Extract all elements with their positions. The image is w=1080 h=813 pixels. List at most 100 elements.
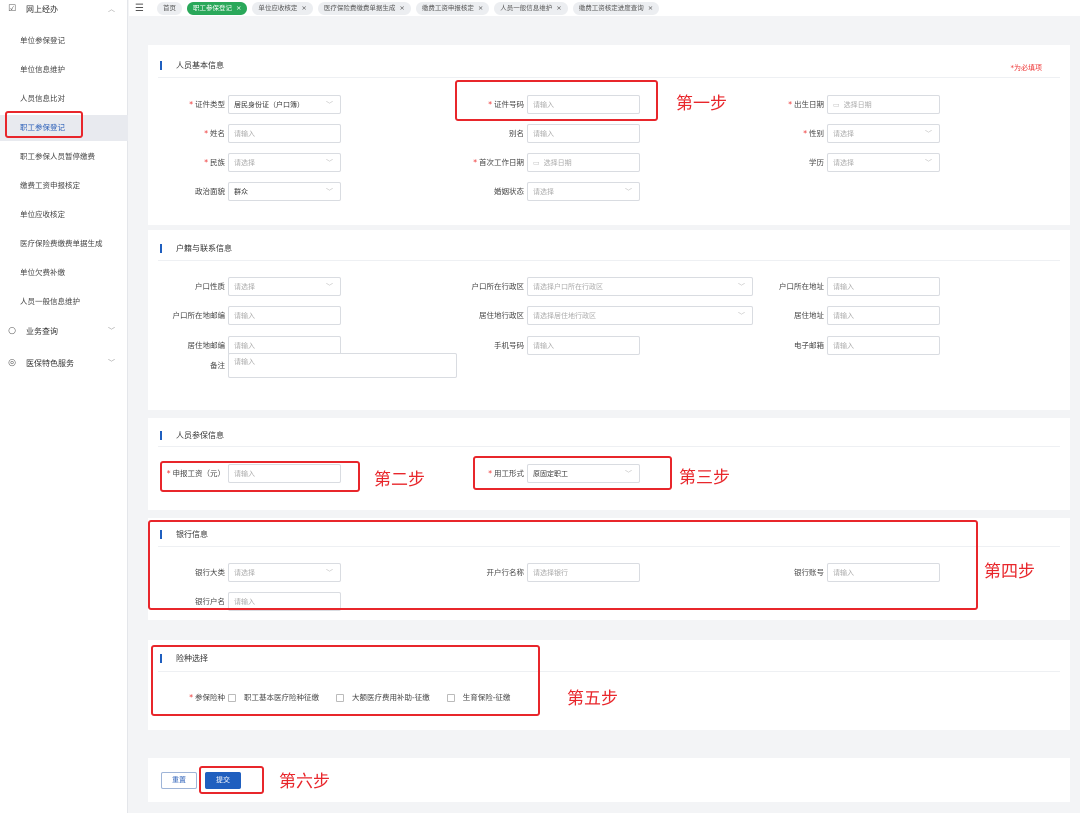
field-label: * 性别 (747, 128, 827, 139)
field-label-text: 户口所在地邮编 (172, 311, 226, 320)
text-input[interactable]: 请输入 (527, 95, 640, 114)
field-placeholder: 选择日期 (543, 158, 572, 167)
submit-button[interactable]: 提交 (205, 772, 241, 789)
menu-toggle-icon[interactable]: ☰ (135, 3, 144, 14)
field-label: 银行大类 (148, 567, 228, 578)
field-value: 居民身份证（户口簿） (234, 100, 304, 109)
tab[interactable]: 医疗保险费缴费单据生成 × (317, 1, 411, 15)
section-title-text: 户籍与联系信息 (176, 244, 232, 253)
select-field[interactable]: 居民身份证（户口簿） ﹀ (228, 95, 341, 114)
checkbox-icon[interactable] (228, 693, 236, 702)
select-field[interactable]: 请选择 ﹀ (527, 182, 640, 201)
text-input[interactable]: 请输入 (527, 124, 640, 143)
field-placeholder: 请输入 (833, 341, 854, 350)
sidebar-item[interactable]: 医疗保险费缴费单据生成 (0, 231, 128, 257)
select-field[interactable]: 请选择 ﹀ (827, 153, 940, 172)
field-label: 银行账号 (747, 567, 827, 578)
tab[interactable]: 缴费工资核定进度查询 × (572, 1, 660, 15)
section-title: 人员基本信息 (160, 60, 224, 71)
sidebar-group-query[interactable]: ○ 业务查询 ﹀ (0, 322, 128, 340)
tab[interactable]: 首页 (156, 1, 182, 15)
select-field[interactable]: 群众 ﹀ (228, 182, 341, 201)
insurance-checkbox[interactable]: 职工基本医疗险种征缴 (228, 692, 319, 703)
field-label-text: 参保险种 (195, 693, 225, 702)
required-mark: * (488, 100, 492, 109)
text-input[interactable]: 请输入 (827, 277, 940, 296)
section-basic-info: *为必填项 人员基本信息 * 证件类型 居民身份证（户口簿） ﹀ * 证件号码 请输入 * 出生日… (148, 45, 1070, 225)
select-field[interactable]: 请选择户口所在行政区 ﹀ (527, 277, 753, 296)
insurance-type-field: * 参保险种 职工基本医疗险种征缴 大额医疗费用补助-征缴 生育保险-征缴 (148, 688, 527, 707)
required-mark: * (189, 693, 193, 702)
insurance-checkbox[interactable]: 大额医疗费用补助-征缴 (336, 692, 430, 703)
sidebar-item[interactable]: 单位参保登记 (0, 28, 128, 54)
sidebar-item[interactable]: 单位应收核定 (0, 202, 128, 228)
sidebar-item[interactable]: 人员一般信息维护 (0, 289, 128, 315)
chevron-down-icon: ﹀ (326, 187, 333, 196)
tab[interactable]: 缴费工资申报核定 × (415, 1, 490, 15)
field-placeholder: 请选择 (234, 158, 255, 167)
close-icon[interactable]: × (301, 4, 306, 12)
field-label-text: 开户行名称 (486, 568, 525, 577)
text-input[interactable]: 请输入 (827, 306, 940, 325)
insurance-checkbox[interactable]: 生育保险-征缴 (446, 692, 510, 703)
form-field: 银行账号 请输入 (747, 563, 940, 582)
form-field: 政治面貌 群众 ﹀ (148, 182, 341, 201)
date-picker[interactable]: ▭ 选择日期 (827, 95, 940, 114)
close-icon[interactable]: × (556, 4, 561, 12)
sidebar-group-online[interactable]: ☑ 网上经办 ︿ (0, 0, 128, 18)
text-input[interactable]: 请输入 (827, 336, 940, 355)
select-field[interactable]: 原固定职工 ﹀ (527, 464, 640, 483)
form-field: 户口所在行政区 请选择户口所在行政区 ﹀ (447, 277, 753, 296)
chevron-down-icon: ﹀ (326, 158, 333, 167)
field-placeholder: 请选择居住地行政区 (533, 311, 596, 320)
text-input[interactable]: 请输入 (228, 464, 341, 483)
field-label-text: 姓名 (210, 129, 225, 138)
close-icon[interactable]: × (478, 4, 483, 12)
tab-label: 缴费工资核定进度查询 (578, 3, 644, 12)
divider (158, 546, 1060, 547)
form-field: 电子邮箱 请输入 (747, 336, 940, 355)
text-input[interactable]: 请输入 (228, 592, 341, 611)
step-annotation: 第六步 (279, 772, 330, 792)
tab-label: 首页 (162, 3, 176, 12)
tab[interactable]: 职工参保登记 × (186, 1, 248, 15)
tab[interactable]: 单位应收核定 × (252, 1, 313, 15)
sidebar-group-special[interactable]: ◎ 医保特色服务 ﹀ (0, 354, 128, 372)
text-input[interactable]: 请选择银行 (527, 563, 640, 582)
field-label-text: 首次工作日期 (479, 158, 524, 167)
field-label: 银行户名 (148, 596, 228, 607)
checkbox-icon[interactable] (336, 693, 344, 702)
text-input[interactable]: 请输入 (228, 306, 341, 325)
close-icon[interactable]: × (648, 4, 653, 12)
field-label-text: 用工形式 (494, 469, 524, 478)
sidebar-item[interactable]: 人员信息比对 (0, 86, 128, 112)
sidebar-item[interactable]: 缴费工资申报核定 (0, 173, 128, 199)
text-input[interactable]: 请输入 (827, 563, 940, 582)
sidebar-item[interactable]: 单位信息维护 (0, 57, 128, 83)
checkbox-icon[interactable] (446, 693, 455, 702)
tab[interactable]: 人员一般信息维护 × (494, 1, 568, 15)
select-field[interactable]: 请选择 ﹀ (228, 563, 341, 582)
sidebar-item[interactable]: 职工参保登记 (0, 115, 128, 141)
field-label-text: 居住地址 (794, 311, 824, 320)
close-icon[interactable]: × (399, 4, 404, 12)
reset-button[interactable]: 重置 (161, 772, 197, 789)
close-icon[interactable]: × (236, 4, 241, 12)
textarea-field[interactable]: 请输入 (228, 353, 457, 378)
field-label-text: 出生日期 (794, 100, 824, 109)
date-picker[interactable]: ▭ 选择日期 (527, 153, 640, 172)
field-placeholder: 请输入 (234, 129, 255, 138)
field-label: 居住地行政区 (447, 310, 527, 321)
text-input[interactable]: 请输入 (228, 124, 341, 143)
sidebar-item[interactable]: 单位欠费补缴 (0, 260, 128, 286)
field-label: * 首次工作日期 (447, 157, 527, 168)
sidebar-item[interactable]: 职工参保人员暂停缴费 (0, 144, 128, 170)
field-label-text: 证件号码 (494, 100, 524, 109)
select-field[interactable]: 请选择 ﹀ (827, 124, 940, 143)
select-field[interactable]: 请选择居住地行政区 ﹀ (527, 306, 753, 325)
text-input[interactable]: 请输入 (527, 336, 640, 355)
select-field[interactable]: 请选择 ﹀ (228, 153, 341, 172)
select-field[interactable]: 请选择 ﹀ (228, 277, 341, 296)
field-label-text: 银行大类 (195, 568, 225, 577)
field-label: 电子邮箱 (747, 340, 827, 351)
